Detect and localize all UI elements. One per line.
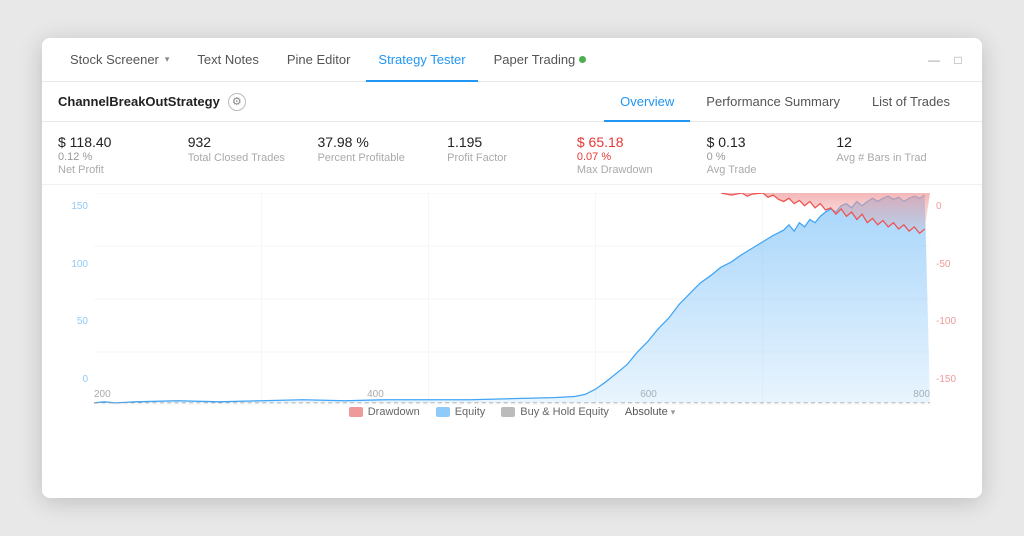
minimize-button[interactable]: — <box>926 52 942 68</box>
y-label-50: 50 <box>77 316 88 327</box>
tab-paper-trading[interactable]: Paper Trading <box>482 38 599 82</box>
y-label-150: 150 <box>71 201 88 212</box>
y-label-0: 0 <box>82 374 88 385</box>
stat-max-drawdown: $ 65.18 0.07 % Max Drawdown <box>577 134 707 176</box>
main-window: Stock Screener ▾ Text Notes Pine Editor … <box>42 38 982 498</box>
legend-drawdown-color <box>349 407 363 417</box>
sub-tab-list-of-trades[interactable]: List of Trades <box>856 82 966 122</box>
y-label-right-0: 0 <box>936 201 942 212</box>
chart-area: 150 100 50 0 <box>42 185 982 465</box>
legend-drawdown: Drawdown <box>349 406 420 418</box>
stat-avg-bars: 12 Avg # Bars in Trad <box>836 134 966 164</box>
stat-net-profit: $ 118.40 0.12 % Net Profit <box>58 134 188 176</box>
window-controls: — □ <box>926 52 966 68</box>
tab-strategy-tester[interactable]: Strategy Tester <box>366 38 477 82</box>
stat-avg-trade: $ 0.13 0 % Avg Trade <box>707 134 837 176</box>
stats-row: $ 118.40 0.12 % Net Profit 932 Total Clo… <box>42 122 982 185</box>
settings-icon[interactable]: ⚙ <box>228 93 246 111</box>
stat-percent-profitable: 37.98 % Percent Profitable <box>317 134 447 164</box>
legend-equity-color <box>436 407 450 417</box>
y-axis-right: 0 -50 -100 -150 <box>930 193 966 405</box>
y-label-100: 100 <box>71 259 88 270</box>
chart-svg <box>94 193 930 405</box>
legend-buy-hold-color <box>501 407 515 417</box>
tab-pine-editor[interactable]: Pine Editor <box>275 38 363 82</box>
chart-svg-container <box>94 193 930 405</box>
sub-tabs: Overview Performance Summary List of Tra… <box>604 82 966 122</box>
strategy-name: ChannelBreakOutStrategy <box>58 94 220 109</box>
dropdown-chevron-icon: ▾ <box>671 407 676 418</box>
y-label-right-150: -150 <box>936 374 956 385</box>
legend-buy-hold: Buy & Hold Equity <box>501 406 609 418</box>
y-axis-left: 150 100 50 0 <box>58 193 94 405</box>
y-label-right-100: -100 <box>936 316 956 327</box>
absolute-label: Absolute <box>625 406 668 418</box>
sub-tab-overview[interactable]: Overview <box>604 82 690 122</box>
maximize-button[interactable]: □ <box>950 52 966 68</box>
titlebar: Stock Screener ▾ Text Notes Pine Editor … <box>42 38 982 82</box>
tab-text-notes[interactable]: Text Notes <box>185 38 270 82</box>
stat-total-closed-trades: 932 Total Closed Trades <box>188 134 318 164</box>
sub-tab-performance-summary[interactable]: Performance Summary <box>690 82 856 122</box>
tab-stock-screener[interactable]: Stock Screener ▾ <box>58 38 181 82</box>
legend-equity: Equity <box>436 406 486 418</box>
legend-equity-label: Equity <box>455 406 486 418</box>
stat-profit-factor: 1.195 Profit Factor <box>447 134 577 164</box>
legend-drawdown-label: Drawdown <box>368 406 420 418</box>
legend-buy-hold-label: Buy & Hold Equity <box>520 406 609 418</box>
absolute-dropdown[interactable]: Absolute ▾ <box>625 406 675 418</box>
dropdown-chevron-icon: ▾ <box>165 54 170 65</box>
y-label-right-50: -50 <box>936 259 950 270</box>
paper-trading-dot <box>579 56 586 63</box>
subheader: ChannelBreakOutStrategy ⚙ Overview Perfo… <box>42 82 982 122</box>
